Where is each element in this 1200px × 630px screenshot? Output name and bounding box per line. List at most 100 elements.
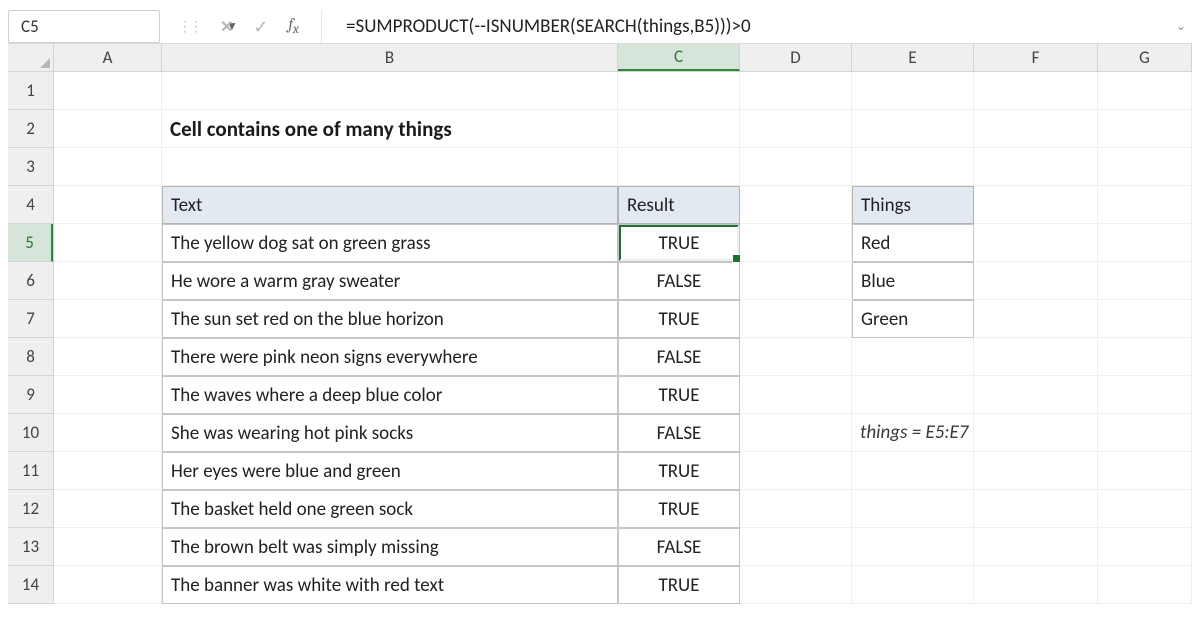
cell-G5[interactable] [1098,224,1192,262]
cell-E12[interactable] [852,490,974,528]
select-all-corner[interactable] [8,44,54,71]
row-head-8[interactable]: 8 [8,338,53,376]
cell-B2[interactable]: Cell contains one of many things [162,110,618,148]
cell-E1[interactable] [852,72,974,110]
cell-B1[interactable] [162,72,618,110]
cell-B7[interactable]: The sun set red on the blue horizon [162,300,618,338]
fx-icon[interactable]: fx [289,15,306,37]
cell-A14[interactable] [54,566,162,604]
cell-C2[interactable] [618,110,740,148]
cell-C12[interactable]: TRUE [618,490,740,528]
cell-G6[interactable] [1098,262,1192,300]
cell-F7[interactable] [974,300,1098,338]
cell-D14[interactable] [740,566,852,604]
cell-D9[interactable] [740,376,852,414]
cell-D5[interactable] [740,224,852,262]
cell-G7[interactable] [1098,300,1192,338]
cell-F2[interactable] [974,110,1098,148]
cancel-icon[interactable]: ✕ [220,17,233,37]
cell-E10[interactable]: things = E5:E7 [852,414,974,452]
cell-B6[interactable]: He wore a warm gray sweater [162,262,618,300]
cell-D6[interactable] [740,262,852,300]
cell-D8[interactable] [740,338,852,376]
enter-icon[interactable]: ✓ [253,16,268,38]
cell-A2[interactable] [54,110,162,148]
col-head-A[interactable]: A [54,44,162,71]
cell-B11[interactable]: Her eyes were blue and green [162,452,618,490]
name-box[interactable]: ▼ [8,10,160,43]
cell-A12[interactable] [54,490,162,528]
cell-F5[interactable] [974,224,1098,262]
row-head-11[interactable]: 11 [8,452,53,490]
cell-A13[interactable] [54,528,162,566]
cell-D12[interactable] [740,490,852,528]
cell-C5[interactable]: TRUE [618,224,740,262]
row-head-7[interactable]: 7 [8,300,53,338]
row-head-10[interactable]: 10 [8,414,53,452]
row-head-3[interactable]: 3 [8,148,53,186]
row-head-1[interactable]: 1 [8,72,53,110]
cell-D3[interactable] [740,148,852,186]
cell-C9[interactable]: TRUE [618,376,740,414]
cell-D1[interactable] [740,72,852,110]
cell-D13[interactable] [740,528,852,566]
cell-B14[interactable]: The banner was white with red text [162,566,618,604]
cell-D7[interactable] [740,300,852,338]
cell-G9[interactable] [1098,376,1192,414]
cell-A5[interactable] [54,224,162,262]
cell-C13[interactable]: FALSE [618,528,740,566]
cell-G3[interactable] [1098,148,1192,186]
cell-D4[interactable] [740,186,852,224]
cell-A10[interactable] [54,414,162,452]
cell-C1[interactable] [618,72,740,110]
cell-F8[interactable] [974,338,1098,376]
cell-A6[interactable] [54,262,162,300]
cell-A3[interactable] [54,148,162,186]
cell-E2[interactable] [852,110,974,148]
cell-D10[interactable] [740,414,852,452]
expand-formula-bar-icon[interactable]: ⌄ [1170,10,1192,43]
cell-G8[interactable] [1098,338,1192,376]
cell-B10[interactable]: She was wearing hot pink socks [162,414,618,452]
cell-A1[interactable] [54,72,162,110]
row-head-13[interactable]: 13 [8,528,53,566]
cell-C4[interactable]: Result [618,186,740,224]
cell-B9[interactable]: The waves where a deep blue color [162,376,618,414]
cell-E8[interactable] [852,338,974,376]
cell-A11[interactable] [54,452,162,490]
cell-F1[interactable] [974,72,1098,110]
col-head-E[interactable]: E [852,44,974,71]
cell-B4[interactable]: Text [162,186,618,224]
cell-F9[interactable] [974,376,1098,414]
row-head-12[interactable]: 12 [8,490,53,528]
cell-G12[interactable] [1098,490,1192,528]
cell-E4[interactable]: Things [852,186,974,224]
cell-B13[interactable]: The brown belt was simply missing [162,528,618,566]
cell-B3[interactable] [162,148,618,186]
cell-F14[interactable] [974,566,1098,604]
cell-C10[interactable]: FALSE [618,414,740,452]
col-head-C[interactable]: C [618,44,740,71]
cell-A4[interactable] [54,186,162,224]
cell-B5[interactable]: The yellow dog sat on green grass [162,224,618,262]
cell-E14[interactable] [852,566,974,604]
cell-F10[interactable] [974,414,1098,452]
cell-B12[interactable]: The basket held one green sock [162,490,618,528]
col-head-B[interactable]: B [162,44,618,71]
cell-C7[interactable]: TRUE [618,300,740,338]
cell-E11[interactable] [852,452,974,490]
cell-A9[interactable] [54,376,162,414]
cell-G13[interactable] [1098,528,1192,566]
cell-F13[interactable] [974,528,1098,566]
cell-D11[interactable] [740,452,852,490]
cell-E5[interactable]: Red [852,224,974,262]
cell-G10[interactable] [1098,414,1192,452]
cell-C11[interactable]: TRUE [618,452,740,490]
formula-input[interactable]: =SUMPRODUCT(--ISNUMBER(SEARCH(things,B5)… [322,10,1170,43]
cell-F4[interactable] [974,186,1098,224]
row-head-2[interactable]: 2 [8,110,53,148]
cell-D2[interactable] [740,110,852,148]
row-head-14[interactable]: 14 [8,566,53,604]
cell-F11[interactable] [974,452,1098,490]
cell-E6[interactable]: Blue [852,262,974,300]
